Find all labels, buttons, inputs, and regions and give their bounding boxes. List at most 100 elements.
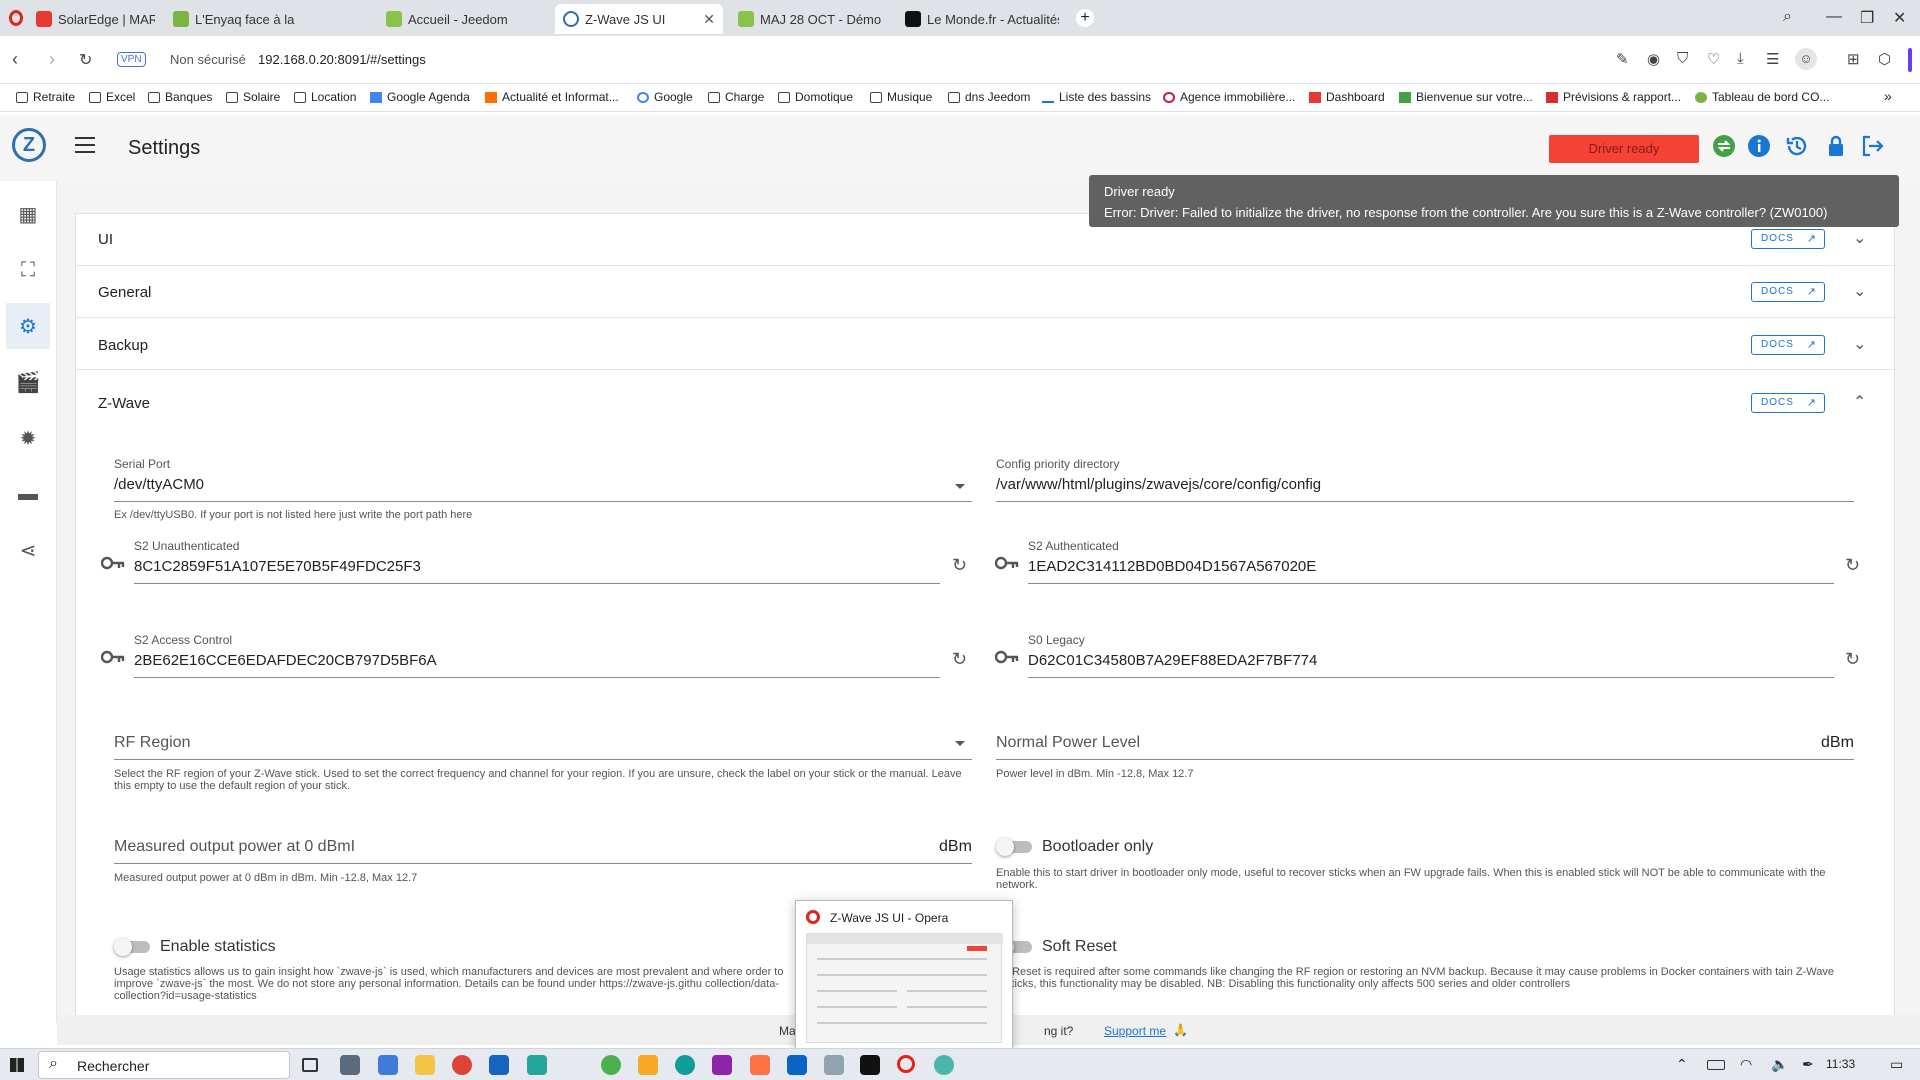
cube-icon[interactable]: ⬡ (1878, 50, 1891, 68)
forward-icon[interactable]: › (49, 49, 55, 70)
sidebar-item-smart-start[interactable]: ⛶ (6, 247, 50, 293)
profile-icon[interactable]: ☺ (1795, 48, 1817, 70)
bookmark-folder[interactable]: Banques (148, 90, 212, 104)
app-icon[interactable] (378, 1055, 398, 1075)
bookmark-folder[interactable]: Domotique (778, 90, 853, 104)
panel-general-header[interactable]: General DOCS ⌄ (76, 266, 1896, 318)
browser-tab[interactable]: Le Monde.fr - Actualités e (897, 4, 1067, 34)
sidebar-item-network-graph[interactable]: ⋖ (6, 527, 50, 573)
support-link[interactable]: Support me (1104, 1024, 1166, 1038)
task-view-icon[interactable] (302, 1058, 318, 1072)
sidebar-item-control-panel[interactable]: ▦ (6, 191, 50, 237)
bookmark-folder[interactable]: Solaire (226, 90, 280, 104)
docs-button[interactable]: DOCS (1751, 393, 1825, 413)
docs-button[interactable]: DOCS (1751, 335, 1825, 355)
close-window-icon[interactable]: ✕ (1893, 8, 1906, 28)
download-icon[interactable]: ⤓ (1737, 50, 1744, 67)
shield-icon[interactable]: ⛉ (1677, 50, 1688, 67)
app-icon[interactable] (527, 1055, 547, 1075)
rf-region-select[interactable]: RF Region (114, 734, 190, 752)
bookmark-link[interactable]: Google (637, 90, 693, 104)
wifi-icon[interactable]: ◠ (1740, 1056, 1752, 1073)
panel-zwave-header[interactable]: Z-Wave DOCS ⌃ (76, 370, 1896, 434)
camera-icon[interactable]: ◉ (1647, 50, 1660, 68)
bookmark-folder[interactable]: Excel (89, 90, 135, 104)
bookmark-link[interactable]: Liste des bassins (1042, 90, 1151, 104)
chevron-down-icon[interactable]: ⌄ (1853, 228, 1866, 248)
minimize-icon[interactable]: — (1826, 8, 1842, 26)
panel-backup-header[interactable]: Backup DOCS ⌄ (76, 318, 1896, 370)
refresh-key-icon[interactable]: ↻ (952, 649, 967, 670)
normal-power-input[interactable]: Normal Power Level (996, 734, 1140, 752)
pen-icon[interactable]: ✒ (1802, 1056, 1814, 1073)
new-tab-button[interactable]: + (1076, 9, 1094, 27)
tray-chevron-icon[interactable]: ⌃ (1676, 1056, 1688, 1073)
restore-icon[interactable]: ❐ (1860, 8, 1874, 28)
info-icon[interactable] (1747, 134, 1771, 158)
notifications-icon[interactable]: ▭ (1890, 1056, 1903, 1073)
taskbar-search[interactable]: ⌕ Rechercher (38, 1051, 290, 1079)
chrome-icon[interactable] (452, 1055, 472, 1075)
s2-access-input[interactable]: 2BE62E16CCE6EDAFDEC20CB797D5BF6A (134, 652, 437, 669)
calculator-icon[interactable] (340, 1055, 360, 1075)
docs-button[interactable]: DOCS (1751, 229, 1825, 249)
refresh-key-icon[interactable]: ↻ (1845, 555, 1860, 576)
browser-tab[interactable]: SolarEdge | MARS Denis (28, 4, 163, 34)
bookmark-link[interactable]: Tableau de bord CO... (1695, 90, 1829, 104)
chrome-icon[interactable] (601, 1055, 621, 1075)
battery-icon[interactable] (1707, 1060, 1725, 1070)
sync-status-icon[interactable] (1712, 134, 1736, 158)
browser-tab-active[interactable]: Z-Wave JS UI ✕ (555, 4, 723, 34)
back-icon[interactable]: ‹ (12, 49, 18, 70)
menu-lines-icon[interactable]: ☰ (1766, 50, 1779, 68)
browser-tab[interactable]: Accueil - Jeedom (378, 4, 548, 34)
opera-logo-icon[interactable] (9, 10, 23, 26)
driver-status-badge[interactable]: Driver ready (1549, 135, 1699, 163)
search-tabs-icon[interactable]: ⌕ (1783, 8, 1792, 26)
s0-legacy-input[interactable]: D62C01C34580B7A29EF88EDA2F7BF774 (1028, 652, 1317, 669)
docs-button[interactable]: DOCS (1751, 282, 1825, 302)
bookmark-folder[interactable]: Retraite (16, 90, 75, 104)
s2-unauth-input[interactable]: 8C1C2859F51A107E5E70B5F49FDC25F3 (134, 558, 421, 575)
zwave-logo-icon[interactable]: Z (12, 128, 46, 162)
dropdown-arrow-icon[interactable] (955, 741, 965, 746)
reload-icon[interactable]: ↻ (79, 50, 92, 70)
bookmarks-more-button[interactable]: » (1884, 88, 1892, 104)
lock-icon[interactable] (1824, 134, 1848, 158)
bookmark-folder[interactable]: Location (294, 90, 356, 104)
browser-tab[interactable]: MAJ 28 OCT - Démon ok (730, 4, 890, 34)
s2-auth-input[interactable]: 1EAD2C314112BD0BD04D1567A567020E (1028, 558, 1316, 575)
app-icon[interactable] (824, 1055, 844, 1075)
sidebar-item-debug[interactable]: ✹ (6, 415, 50, 461)
chevron-up-icon[interactable]: ⌃ (1853, 392, 1866, 412)
browser-tab[interactable]: L'Enyaq face à la concurre (165, 4, 305, 34)
vpn-badge[interactable]: VPN (117, 52, 146, 67)
taskbar-window-preview[interactable]: Z-Wave JS UI - Opera (795, 900, 1013, 1050)
edit-icon[interactable]: ✎ (1616, 50, 1629, 68)
close-tab-icon[interactable]: ✕ (697, 11, 715, 28)
serial-port-select[interactable]: /dev/ttyACM0 (114, 476, 204, 493)
app-icon[interactable] (750, 1055, 770, 1075)
sidebar-item-scenes[interactable]: 🎬 (6, 359, 50, 405)
bookmark-link[interactable]: Google Agenda (370, 90, 470, 104)
app-icon[interactable] (860, 1055, 880, 1075)
menu-toggle-button[interactable] (75, 137, 95, 153)
dropdown-arrow-icon[interactable] (955, 484, 965, 489)
bookmark-link[interactable]: Bienvenue sur votre... (1399, 90, 1533, 104)
edge-icon[interactable] (675, 1055, 695, 1075)
url-input[interactable]: 192.168.0.20:8091/#/settings (258, 52, 426, 67)
file-explorer-icon[interactable] (415, 1055, 435, 1075)
history-icon[interactable] (1785, 134, 1809, 158)
heart-icon[interactable]: ♡ (1707, 50, 1720, 68)
clock[interactable]: 11:33 (1826, 1057, 1855, 1071)
statistics-toggle[interactable] (114, 938, 150, 956)
logout-icon[interactable] (1860, 134, 1884, 158)
outlook-icon[interactable] (787, 1055, 807, 1075)
volume-icon[interactable]: 🔈 (1771, 1056, 1788, 1073)
opera-taskbar-icon[interactable] (897, 1055, 915, 1073)
bookmark-link[interactable]: Actualité et Informat... (485, 90, 619, 104)
bookmark-folder[interactable]: Musique (870, 90, 932, 104)
app-icon[interactable] (934, 1055, 954, 1075)
app-icon[interactable] (638, 1055, 658, 1075)
config-dir-input[interactable]: /var/www/html/plugins/zwavejs/core/confi… (996, 476, 1321, 493)
